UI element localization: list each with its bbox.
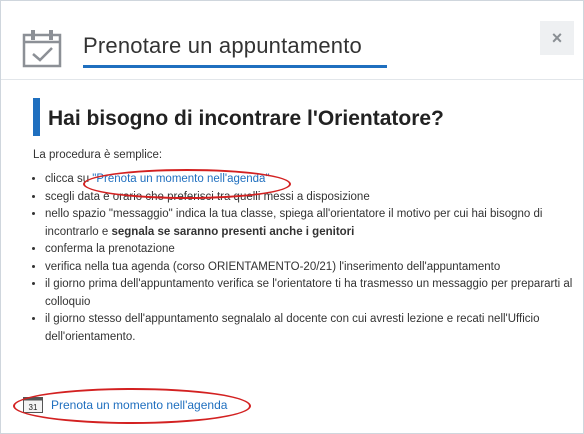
highlight-oval-inline (83, 169, 291, 199)
step-3-bold: segnala se saranno presenti anche i geni… (111, 225, 355, 238)
list-item: verifica nella tua agenda (corso ORIENTA… (45, 259, 575, 277)
close-button[interactable]: × (540, 21, 574, 55)
section-heading: Hai bisogno di incontrare l'Orientatore? (48, 107, 444, 130)
dialog-header: Prenotare un appuntamento × (1, 1, 583, 80)
list-item: il giorno stesso dell'appuntamento segna… (45, 311, 575, 346)
list-item: conferma la prenotazione (45, 241, 575, 259)
list-item: il giorno prima dell'appuntamento verifi… (45, 276, 575, 311)
dialog: Prenotare un appuntamento × Hai bisogno … (0, 0, 584, 434)
highlight-oval-bottom (13, 388, 251, 424)
steps-list: clicca su "Prenota un momento nell'agend… (33, 171, 575, 346)
heading-accent-bar (33, 98, 40, 136)
calendar-check-icon (22, 30, 62, 68)
list-item: nello spazio "messaggio" indica la tua c… (45, 206, 575, 241)
intro-text: La procedura è semplice: (33, 149, 163, 161)
dialog-title: Prenotare un appuntamento (83, 33, 362, 58)
title-underline (83, 65, 387, 68)
